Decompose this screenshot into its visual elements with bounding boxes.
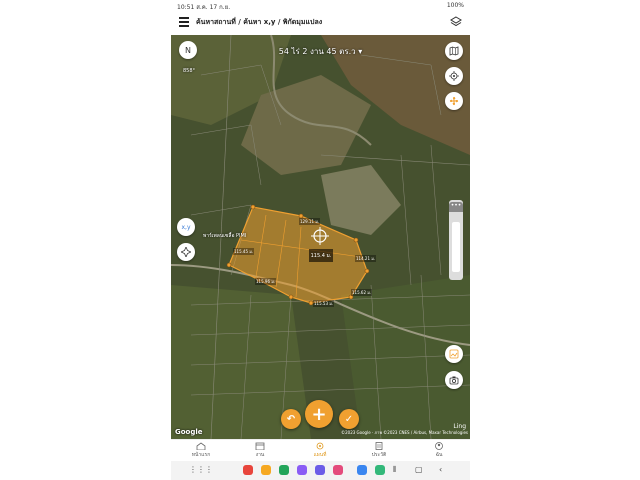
segment-label: 114.21 ม. [355, 255, 377, 262]
more-icon[interactable]: ••• [449, 202, 463, 212]
camera-icon [449, 376, 459, 385]
nav-history-label: ประวัติ [371, 452, 387, 458]
google-logo: Google [175, 428, 203, 436]
layers-icon[interactable] [450, 16, 462, 28]
dock-app-icon[interactable] [297, 465, 307, 475]
status-bar: 10:51 ส.ค. 17 ก.ย. 100% [171, 0, 470, 11]
dock-app-icon[interactable] [333, 465, 343, 475]
compass-button[interactable]: N [179, 41, 197, 59]
xy-label: x,y [181, 223, 191, 231]
locate-button[interactable] [445, 67, 463, 85]
add-point-button[interactable]: + [305, 400, 333, 428]
date-text: ส.ค. 17 ก.ย. [196, 4, 231, 11]
area-text: 54 ไร่ 2 งาน 45 ตร.ว [278, 47, 356, 56]
segment-label: 115.96 ม. [255, 278, 277, 285]
undo-icon: ↶ [286, 413, 296, 425]
nav-profile-label: ฉัน [435, 452, 443, 458]
nav-profile[interactable]: ฉัน [419, 442, 459, 459]
segment-label: 115.53 ม. [313, 300, 335, 307]
hamburger-menu-icon[interactable] [179, 17, 189, 27]
nav-jobs-label: งาน [255, 452, 265, 458]
fan-icon [449, 96, 459, 106]
nav-history[interactable]: ประวัติ [359, 442, 399, 459]
home-icon [196, 442, 206, 450]
xy-button[interactable]: x,y [177, 218, 195, 236]
zoom-slider[interactable]: ••• [449, 200, 463, 280]
battery-text: 100% [446, 2, 464, 9]
gps-target-icon [449, 71, 459, 81]
heading-readout: 858° [183, 68, 196, 74]
parcel-area-label[interactable]: 54 ไร่ 2 งาน 45 ตร.ว ▾ [171, 45, 470, 58]
app-drawer-icon[interactable]: ⋮⋮⋮ [189, 465, 213, 474]
dock-app-icon[interactable] [375, 465, 385, 475]
home-button-icon[interactable]: ▢ [415, 465, 423, 474]
map-icon [449, 46, 459, 56]
fan-button[interactable] [445, 92, 463, 110]
compass-label: N [185, 45, 191, 55]
breadcrumb: ค้นหาสถานที่ / ค้นหา x,y / พิกัดมุมแปลง [196, 18, 323, 26]
map-type-button[interactable] [445, 42, 463, 60]
dock-app-icon[interactable] [279, 465, 289, 475]
dock-app-icon[interactable] [243, 465, 253, 475]
nav-home[interactable]: หน้าแรก [181, 442, 221, 459]
app-bar: ค้นหาสถานที่ / ค้นหา x,y / พิกัดมุมแปลง [171, 11, 470, 35]
nav-jobs[interactable]: งาน [240, 442, 280, 459]
nav-home-label: หน้าแรก [191, 452, 211, 458]
history-icon [375, 442, 383, 450]
segment-label: 115.45 ม. [233, 248, 255, 255]
slider-track[interactable] [452, 222, 460, 272]
undo-button[interactable]: ↶ [281, 409, 301, 429]
system-dock: ⋮⋮⋮ ⦀ ▢ ‹ [171, 461, 470, 480]
navigate-button[interactable] [177, 243, 195, 261]
navigation-icon [181, 247, 191, 257]
dock-app-icon[interactable] [261, 465, 271, 475]
nav-map-label: แผนที่ [313, 452, 327, 458]
time-text: 10:51 [177, 4, 195, 11]
map-pin-icon [316, 442, 324, 450]
check-icon: ✓ [344, 413, 354, 425]
place-label: พาร์เพลนเซลื้อ PIMI [203, 233, 247, 239]
back-icon[interactable]: ‹ [439, 465, 442, 474]
calendar-icon [255, 442, 265, 450]
photo-grid-button[interactable] [445, 345, 463, 363]
gallery-icon [449, 349, 459, 359]
recent-apps-icon[interactable]: ⦀ [393, 465, 397, 475]
map-view[interactable]: 54 ไร่ 2 งาน 45 ตร.ว ▾ N 858° x,y พาร์เพ… [171, 35, 470, 439]
camera-button[interactable] [445, 371, 463, 389]
segment-label: 129.11 ม. [299, 218, 321, 225]
profile-icon [435, 442, 443, 450]
segment-label: 115.62 ม. [351, 289, 373, 296]
chevron-down-icon: ▾ [358, 47, 363, 56]
center-distance-box: 115.4 ม. [309, 249, 333, 262]
confirm-button[interactable]: ✓ [339, 409, 359, 429]
bottom-nav: หน้าแรก งาน แผนที่ ประวัติ ฉัน [171, 439, 470, 462]
nav-map[interactable]: แผนที่ [300, 442, 340, 459]
map-copyright: ©2023 Google · ภาพ ©2023 CNES / Airbus, … [341, 430, 468, 435]
plus-icon: + [311, 403, 327, 425]
dock-app-icon[interactable] [357, 465, 367, 475]
tablet-screen: 10:51 ส.ค. 17 ก.ย. 100% ค้นหาสถานที่ / ค… [171, 0, 470, 480]
dock-app-icon[interactable] [315, 465, 325, 475]
